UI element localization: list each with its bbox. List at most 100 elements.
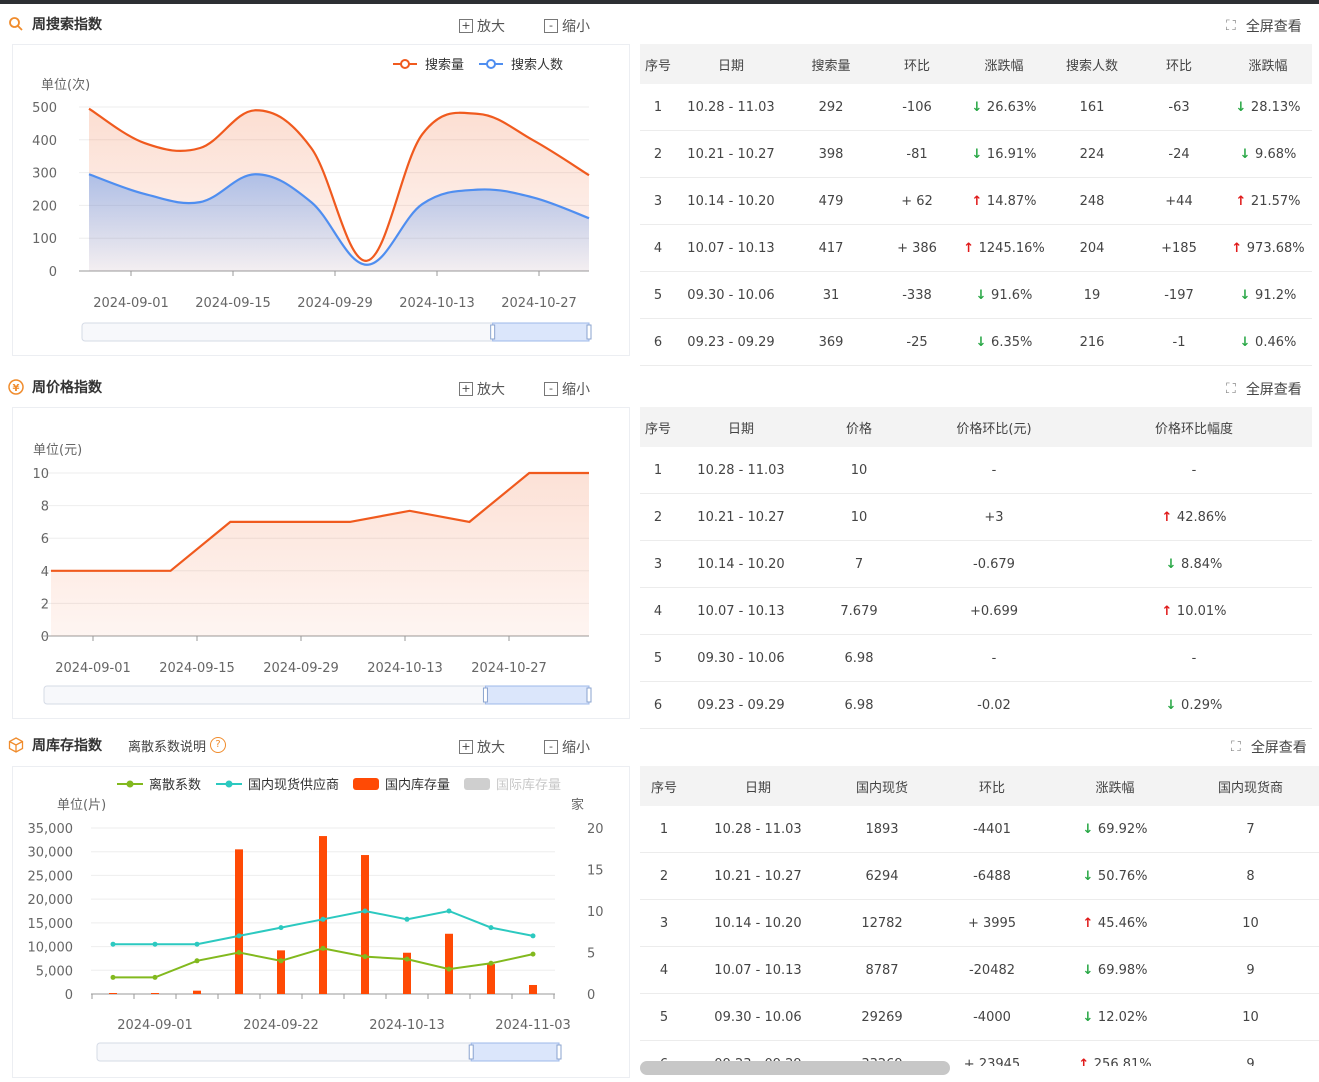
table-cell: 6	[640, 318, 676, 366]
table-row[interactable]: 6 09.23 - 09.29 6.98 -0.02 ↓ 0.29%	[640, 681, 1312, 729]
col-header: 序号	[640, 766, 688, 806]
price-zoom-in-button[interactable]: + 放大	[459, 379, 505, 399]
change-value: 256.81%	[1093, 1056, 1152, 1067]
change-cell: ↑ 45.46%	[1048, 899, 1182, 947]
table-cell: 10.21 - 10.27	[676, 130, 786, 178]
table-row[interactable]: 1 10.28 - 11.03 10- -	[640, 447, 1312, 494]
box-icon	[8, 737, 24, 753]
dispersion-help-link[interactable]: 离散系数说明?	[128, 736, 227, 755]
change-cell: ↓ 26.63%	[958, 84, 1050, 131]
x-tick-label: 2024-09-15	[159, 661, 235, 676]
table-row[interactable]: 3 10.14 - 10.20 479 + 62 ↑ 14.87% 248 +44 ↑ 21.…	[640, 177, 1312, 225]
table-row[interactable]: 5 09.30 - 10.06 6.98- -	[640, 634, 1312, 682]
arrow-down-icon: ↓	[1235, 99, 1251, 115]
inventory-bar	[277, 950, 285, 994]
col-header: 价格环比(元)	[912, 407, 1076, 447]
table-cell: 10.28 - 11.03	[688, 806, 828, 853]
minus-icon: -	[544, 740, 558, 754]
table-row[interactable]: 2 10.21 - 10.27 6294 -6488 ↓ 50.76% 8	[640, 852, 1319, 900]
y-tick-label: 300	[32, 167, 57, 182]
stock-table-viewport[interactable]: 序号 日期 国内现货 环比 涨跌幅 国内现货商 1 10.28 - 11.03 18…	[640, 766, 1319, 1066]
table-cell: + 3995	[936, 899, 1048, 947]
stock-zoom-out-button[interactable]: - 缩小	[544, 737, 590, 757]
inventory-bar	[529, 984, 537, 994]
table-cell: 4	[640, 946, 688, 994]
table-row[interactable]: 3 10.14 - 10.20 12782 + 3995 ↑ 45.46% 10	[640, 899, 1319, 947]
table-cell: 10	[1182, 899, 1319, 947]
search-zoom-in-button[interactable]: + 放大	[459, 16, 505, 36]
x-tick-label: 2024-09-01	[55, 661, 131, 676]
col-header: 搜索人数	[1050, 44, 1134, 84]
y-axis-unit: 单位(次)	[41, 77, 90, 93]
table-row[interactable]: 1 10.28 - 11.03 292 -106 ↓ 26.63% 161 -63 ↓ 28.…	[640, 84, 1312, 131]
arrow-down-icon: ↓	[1082, 821, 1098, 837]
col-header: 价格	[806, 407, 912, 447]
col-header: 序号	[640, 44, 676, 84]
table-cell: 6	[640, 681, 676, 729]
table-row[interactable]: 4 10.07 - 10.13 417 + 386 ↑ 1245.16% 204 +185 ↑…	[640, 224, 1312, 272]
table-cell: 1893	[828, 806, 936, 853]
inventory-bar	[445, 933, 453, 994]
table-row[interactable]: 5 09.30 - 10.06 31 -338 ↓ 91.6% 19 -197 ↓ 91.2%	[640, 271, 1312, 319]
table-cell: +3	[912, 493, 1076, 541]
table-cell: 10.21 - 10.27	[676, 493, 806, 541]
change-cell: ↑ 21.57%	[1224, 177, 1312, 225]
change-cell: ↓ 91.6%	[958, 271, 1050, 319]
y-tick-label: 200	[32, 199, 57, 214]
table-cell: 9	[1182, 1040, 1319, 1066]
table-row[interactable]: 3 10.14 - 10.20 7 -0.679 ↓ 8.84%	[640, 540, 1312, 588]
minus-icon: -	[544, 19, 558, 33]
table-cell: -4000	[936, 993, 1048, 1041]
table-cell: -63	[1134, 84, 1224, 131]
table-row[interactable]: 2 10.21 - 10.27 10 +3 ↑ 42.86%	[640, 493, 1312, 541]
col-header: 日期	[688, 766, 828, 806]
series-point	[362, 908, 368, 914]
x-tick-label: 2024-09-01	[117, 1018, 193, 1033]
change-value: 10.01%	[1176, 603, 1227, 619]
datazoom-handle-right	[586, 324, 592, 340]
col-header: 价格环比幅度	[1076, 407, 1312, 447]
series-point	[446, 908, 452, 914]
search-fullscreen-button[interactable]: ⛶ 全屏查看	[1226, 16, 1302, 36]
price-fullscreen-button[interactable]: ⛶ 全屏查看	[1226, 379, 1302, 399]
table-row[interactable]: 4 10.07 - 10.13 8787 -20482 ↓ 69.98% 9	[640, 946, 1319, 994]
series-point	[278, 925, 284, 931]
change-value: 50.76%	[1097, 868, 1148, 884]
table-cell: 10	[806, 447, 912, 494]
x-tick-label: 2024-09-15	[195, 296, 271, 311]
x-tick-label: 2024-10-27	[471, 661, 547, 676]
stock-fullscreen-button[interactable]: ⛶ 全屏查看	[1231, 737, 1307, 757]
search-zoom-out-button[interactable]: - 缩小	[544, 16, 590, 36]
y-tick-label-right: 20	[587, 822, 604, 837]
arrow-down-icon: ↓	[1082, 962, 1098, 978]
stock-zoom-in-button[interactable]: + 放大	[459, 737, 505, 757]
stock-panel-header: 周库存指数 离散系数说明?	[8, 733, 227, 757]
table-row[interactable]: 5 09.30 - 10.06 29269 -4000 ↓ 12.02% 10	[640, 993, 1319, 1041]
table-cell: 7.679	[806, 587, 912, 635]
table-row[interactable]: 2 10.21 - 10.27 398 -81 ↓ 16.91% 224 -24 ↓ 9.68…	[640, 130, 1312, 178]
series-point	[236, 933, 242, 939]
col-header: 国内现货	[828, 766, 936, 806]
y-tick-label: 0	[41, 630, 49, 645]
col-header: 涨跌幅	[1048, 766, 1182, 806]
series-point	[236, 950, 242, 955]
change-cell: ↓ 12.02%	[1048, 993, 1182, 1041]
arrow-down-icon: ↓	[1082, 1009, 1098, 1025]
series-point	[488, 960, 494, 966]
table-cell: 09.30 - 10.06	[676, 634, 806, 682]
change-cell: -	[1076, 447, 1312, 494]
change-cell: ↓ 0.46%	[1224, 318, 1312, 366]
table-row[interactable]: 1 10.28 - 11.03 1893 -4401 ↓ 69.92% 7	[640, 806, 1319, 853]
arrow-down-icon: ↓	[971, 146, 987, 162]
table-cell: 29269	[828, 993, 936, 1041]
inventory-bar	[193, 990, 201, 994]
inventory-bar	[361, 855, 369, 994]
stock-table-scrollbar[interactable]	[640, 1061, 950, 1075]
table-row[interactable]: 4 10.07 - 10.13 7.679 +0.699 ↑ 10.01%	[640, 587, 1312, 635]
stock-chart: 离散系数 国内现货供应商 国内库存量 国际库存量 单位(片) 家 0 5,000 10,000 1…	[12, 766, 630, 1078]
table-cell: 1	[640, 84, 676, 131]
price-zoom-out-button[interactable]: - 缩小	[544, 379, 590, 399]
change-value: 9.68%	[1255, 146, 1297, 162]
arrow-up-icon: ↑	[1082, 915, 1098, 931]
table-row[interactable]: 6 09.23 - 09.29 369 -25 ↓ 6.35% 216 -1 ↓ 0.46%	[640, 318, 1312, 366]
